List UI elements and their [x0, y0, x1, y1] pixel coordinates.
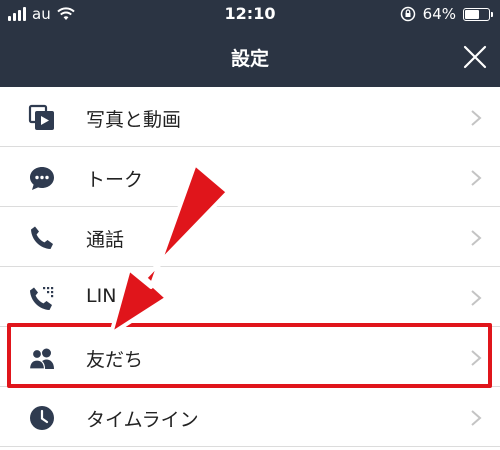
chat-bubble-icon [30, 167, 54, 190]
settings-item-timeline[interactable]: タイムライン [0, 387, 500, 447]
battery-percent: 64% [422, 5, 456, 23]
line-out-icon [30, 287, 54, 310]
battery-fill [465, 9, 479, 19]
status-right: 64% [400, 5, 493, 23]
orientation-lock-icon [400, 6, 415, 22]
settings-item-label: トーク [86, 169, 144, 191]
photo-video-icon [28, 104, 54, 130]
battery-icon [463, 7, 493, 21]
clock-icon [30, 406, 54, 430]
settings-item-line-out[interactable]: LIN [0, 267, 500, 327]
chevron-right-icon [471, 290, 482, 306]
chevron-right-icon [471, 230, 482, 246]
friends-highlight-box [7, 323, 492, 388]
chevron-right-icon [471, 110, 482, 126]
settings-item-label: タイムライン [86, 409, 199, 431]
chevron-right-icon [471, 410, 482, 426]
chevron-right-icon [471, 170, 482, 186]
settings-item-photos-videos[interactable]: 写真と動画 [0, 87, 500, 147]
phone-icon [31, 226, 53, 249]
close-icon[interactable] [462, 44, 488, 70]
page-title: 設定 [230, 48, 269, 70]
settings-list: 写真と動画 トーク 通話 LIN 友だち タイムライン [0, 87, 500, 447]
settings-item-label: 写真と動画 [86, 109, 182, 131]
settings-item-calls[interactable]: 通話 [0, 207, 500, 267]
settings-item-label: 通話 [86, 229, 125, 251]
status-bar: au 12:10 64% [0, 0, 500, 30]
settings-item-label: LIN [86, 285, 117, 307]
top-bar: au 12:10 64% 設定 [0, 0, 500, 87]
settings-item-talk[interactable]: トーク [0, 147, 500, 207]
